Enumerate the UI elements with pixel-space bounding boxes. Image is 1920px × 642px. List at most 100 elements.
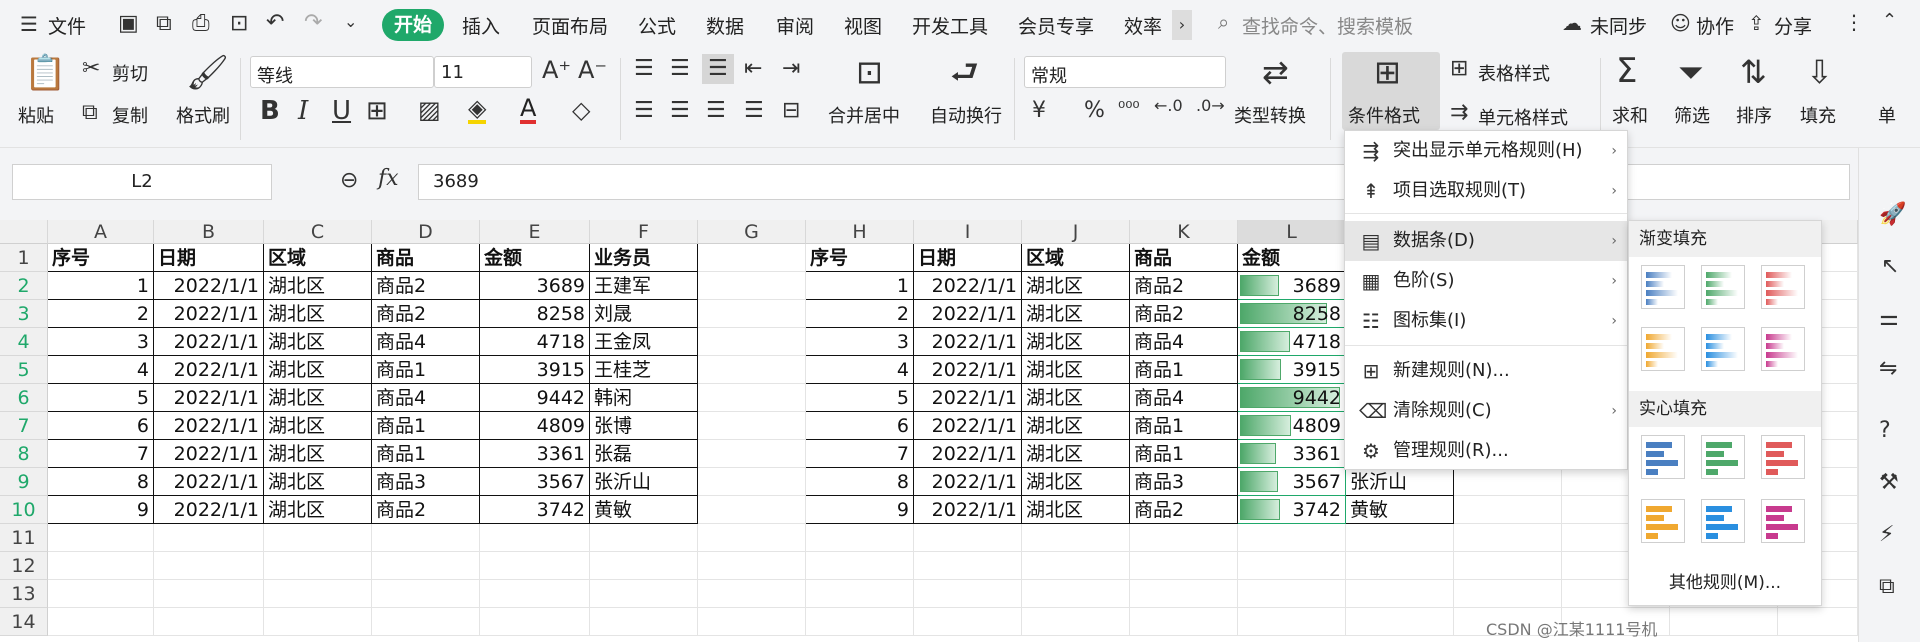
name-box[interactable]: L2: [12, 164, 272, 200]
copy-button[interactable]: 复制: [112, 102, 148, 128]
grid-cell[interactable]: [914, 552, 1022, 580]
row-header[interactable]: 5: [0, 356, 48, 384]
align-center-icon[interactable]: ☰: [670, 100, 690, 122]
grid-cell[interactable]: [806, 608, 914, 636]
table-cell[interactable]: 4718: [480, 328, 590, 356]
table-cell[interactable]: 商品1: [1130, 440, 1238, 468]
grid-cell[interactable]: [48, 552, 154, 580]
table-cell[interactable]: 1: [48, 272, 154, 300]
table-cell[interactable]: 湖北区: [1022, 468, 1130, 496]
grid-cell[interactable]: [154, 580, 264, 608]
menu-top-bottom-rules[interactable]: ⇞ 项目选取规则(T) ›: [1345, 171, 1627, 211]
table-cell[interactable]: 3567: [1238, 468, 1346, 496]
table-cell[interactable]: 商品1: [372, 356, 480, 384]
table-cell[interactable]: 张沂山: [1346, 468, 1454, 496]
table-cell[interactable]: 5: [806, 384, 914, 412]
grid-cell[interactable]: [48, 524, 154, 552]
grid-cell[interactable]: [372, 608, 480, 636]
table-cell[interactable]: 张磊: [590, 440, 698, 468]
column-header[interactable]: E: [480, 220, 590, 244]
table-cell[interactable]: 3: [48, 328, 154, 356]
align-right-icon[interactable]: ☰: [706, 100, 726, 122]
grid-cell[interactable]: [1454, 580, 1562, 608]
table-cell[interactable]: 2022/1/1: [914, 412, 1022, 440]
grid-cell[interactable]: [48, 580, 154, 608]
grid-cell[interactable]: [1130, 580, 1238, 608]
table-cell[interactable]: 6: [806, 412, 914, 440]
row-header[interactable]: 9: [0, 468, 48, 496]
grid-cell[interactable]: [698, 440, 806, 468]
table-cell[interactable]: 湖北区: [1022, 356, 1130, 384]
table-cell[interactable]: 8: [806, 468, 914, 496]
table-cell[interactable]: 商品4: [1130, 328, 1238, 356]
sum-icon[interactable]: Σ: [1616, 54, 1637, 88]
table-cell[interactable]: 2022/1/1: [154, 356, 264, 384]
header-cell[interactable]: 金额: [1238, 244, 1346, 272]
filter-button[interactable]: 筛选: [1674, 102, 1710, 128]
grid-cell[interactable]: [1130, 524, 1238, 552]
table-cell[interactable]: 5: [48, 384, 154, 412]
table-cell[interactable]: 王桂芝: [590, 356, 698, 384]
row-header[interactable]: 3: [0, 300, 48, 328]
fill-button[interactable]: 填充: [1800, 102, 1836, 128]
grid-cell[interactable]: [914, 580, 1022, 608]
table-cell[interactable]: 3567: [480, 468, 590, 496]
gradient-data-bar-option[interactable]: [1701, 327, 1745, 371]
align-left-icon[interactable]: ☰: [634, 100, 654, 122]
table-cell[interactable]: 湖北区: [264, 356, 372, 384]
header-cell[interactable]: 业务员: [590, 244, 698, 272]
column-header[interactable]: G: [698, 220, 806, 244]
grid-cell[interactable]: [480, 608, 590, 636]
other-rules-item[interactable]: 其他规则(M)...: [1629, 563, 1821, 603]
table-style-icon[interactable]: ⊞: [1450, 58, 1468, 80]
row-header[interactable]: 10: [0, 496, 48, 524]
cell-fill-icon[interactable]: ▨: [418, 98, 441, 122]
decrease-decimal-icon[interactable]: .0→: [1196, 98, 1225, 114]
collaborate-button[interactable]: 协作: [1696, 12, 1734, 39]
table-cell[interactable]: 张博: [590, 412, 698, 440]
merge-center-button[interactable]: 合并居中: [828, 102, 900, 128]
grid-cell[interactable]: [1454, 468, 1562, 496]
underline-icon[interactable]: U: [332, 98, 351, 124]
column-header[interactable]: D: [372, 220, 480, 244]
table-cell[interactable]: 湖北区: [264, 412, 372, 440]
table-cell[interactable]: 湖北区: [1022, 412, 1130, 440]
command-search-input[interactable]: 查找命令、搜索模板: [1242, 12, 1413, 39]
grid-cell[interactable]: [154, 524, 264, 552]
italic-icon[interactable]: I: [298, 98, 308, 124]
table-cell[interactable]: 湖北区: [264, 468, 372, 496]
zoom-formula-icon[interactable]: ⊖: [340, 170, 358, 192]
table-cell[interactable]: 7: [48, 440, 154, 468]
menu-new-rule[interactable]: ⊞ 新建规则(N)...: [1345, 351, 1627, 391]
table-cell[interactable]: 2022/1/1: [154, 272, 264, 300]
column-header[interactable]: I: [914, 220, 1022, 244]
copy-icon[interactable]: ⧉: [82, 102, 98, 124]
bookmark-icon[interactable]: ⧉: [1879, 576, 1895, 598]
table-cell[interactable]: 2022/1/1: [154, 328, 264, 356]
increase-decimal-icon[interactable]: ←.0: [1154, 98, 1183, 114]
table-cell[interactable]: 4718: [1238, 328, 1346, 356]
row-header[interactable]: 7: [0, 412, 48, 440]
grid-cell[interactable]: [1022, 524, 1130, 552]
tab-insert[interactable]: 插入: [462, 12, 500, 39]
align-middle-icon[interactable]: ☰: [670, 58, 690, 80]
grid-cell[interactable]: [590, 608, 698, 636]
table-cell[interactable]: 商品2: [372, 300, 480, 328]
table-cell[interactable]: 3689: [480, 272, 590, 300]
table-cell[interactable]: 王金凤: [590, 328, 698, 356]
header-cell[interactable]: 区域: [1022, 244, 1130, 272]
solid-data-bar-option[interactable]: [1761, 435, 1805, 479]
filter-icon[interactable]: ⏷: [1678, 56, 1704, 88]
grid-cell[interactable]: [590, 580, 698, 608]
column-header[interactable]: K: [1130, 220, 1238, 244]
print-icon[interactable]: ⎙: [192, 13, 210, 35]
grid-cell[interactable]: [914, 524, 1022, 552]
more-options-icon[interactable]: ⋮: [1844, 12, 1864, 32]
column-header[interactable]: L: [1238, 220, 1346, 244]
table-cell[interactable]: 2022/1/1: [914, 356, 1022, 384]
grid-cell[interactable]: [154, 608, 264, 636]
row-header[interactable]: 6: [0, 384, 48, 412]
grid-cell[interactable]: [698, 412, 806, 440]
table-cell[interactable]: 湖北区: [264, 496, 372, 524]
grid-cell[interactable]: [698, 272, 806, 300]
